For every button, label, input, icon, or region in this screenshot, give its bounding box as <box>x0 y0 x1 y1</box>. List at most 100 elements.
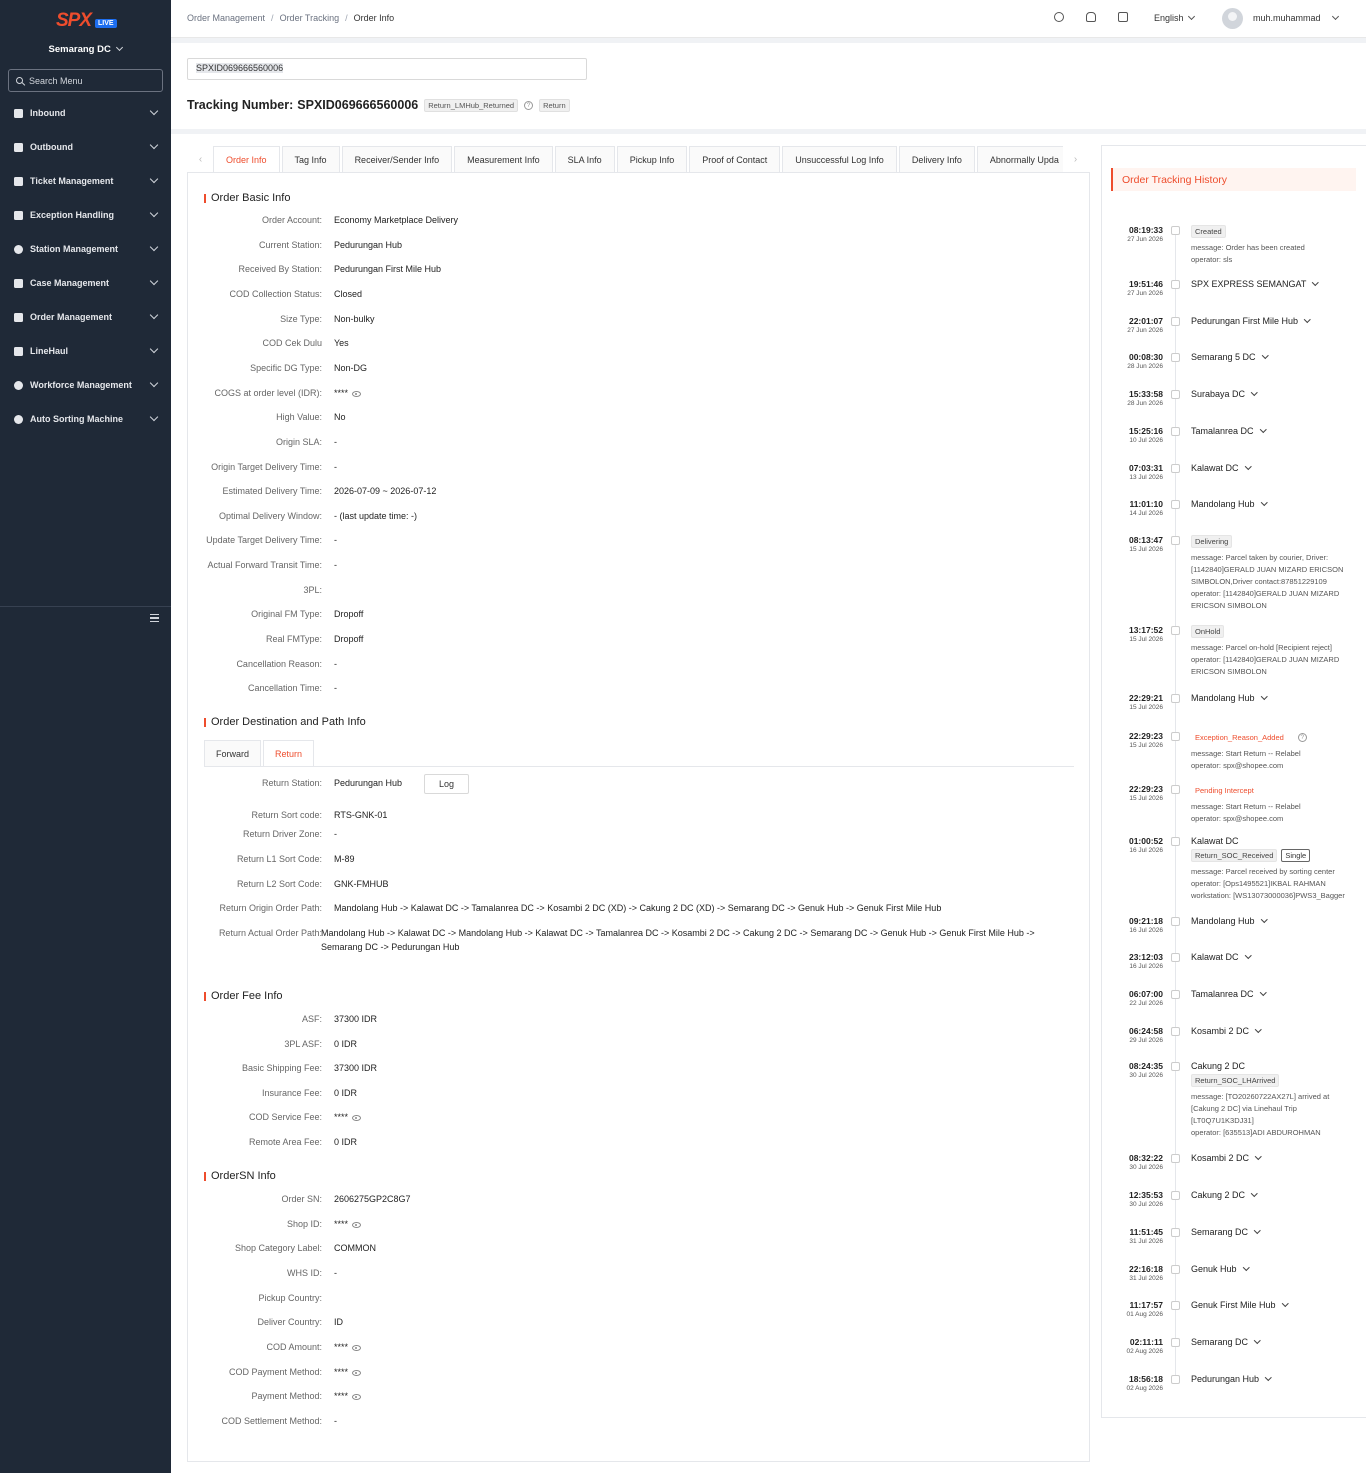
sidebar-item-exception-handling[interactable]: Exception Handling <box>0 198 171 232</box>
event-time: 01:00:52 <box>1128 836 1163 846</box>
event-date: 28 Jun 2026 <box>1127 363 1163 370</box>
event-date: 30 Jul 2026 <box>1129 1201 1163 1208</box>
event-location[interactable]: Semarang DC <box>1191 1227 1361 1237</box>
sidebar-item-auto-sorting-machine[interactable]: Auto Sorting Machine <box>0 402 171 436</box>
tab-unsuccessful-log-info[interactable]: Unsuccessful Log Info <box>782 146 897 172</box>
sidebar-item-case-management[interactable]: Case Management <box>0 266 171 300</box>
tab-return[interactable]: Return <box>263 740 315 767</box>
sidebar-item-station-management[interactable]: Station Management <box>0 232 171 266</box>
info-row: COD Payment Method: **** <box>188 1367 1088 1381</box>
breadcrumb-item[interactable]: Order Tracking <box>280 13 340 23</box>
event-message: message: Start Return -- Relabel operator… <box>1191 748 1361 772</box>
menu-icon <box>14 312 23 322</box>
event-location[interactable]: Tamalanrea DC <box>1191 989 1361 999</box>
event-date: 02 Aug 2026 <box>1126 1348 1163 1355</box>
breadcrumb-item[interactable]: Order Management <box>187 13 265 23</box>
event-location[interactable]: Semarang 5 DC <box>1191 352 1361 362</box>
help-icon[interactable]: ? <box>1297 733 1307 743</box>
info-row: Pickup Country: <box>188 1293 1088 1307</box>
tab-order-info[interactable]: Order Info <box>213 146 280 172</box>
eye-icon[interactable] <box>352 390 361 397</box>
field-label: COD Amount: <box>266 1341 322 1352</box>
event-location[interactable]: SPX EXPRESS SEMANGAT <box>1191 279 1361 289</box>
bell-icon[interactable] <box>1086 12 1096 22</box>
tab-sla-info[interactable]: SLA Info <box>554 146 615 172</box>
chevron-down-icon <box>1261 352 1268 359</box>
sidebar-item-outbound[interactable]: Outbound <box>0 130 171 164</box>
field-label: COD Collection Status: <box>229 288 322 299</box>
chevron-down-icon <box>149 344 159 354</box>
event-location[interactable]: Kalawat DC <box>1191 463 1361 473</box>
hub-icon <box>1171 1191 1180 1200</box>
event-location[interactable]: Pedurungan First Mile Hub <box>1191 316 1361 326</box>
eye-icon[interactable] <box>352 1115 361 1122</box>
sidebar-item-order-management[interactable]: Order Management <box>0 300 171 334</box>
location-name: Semarang 5 DC <box>1191 352 1256 362</box>
language-selector[interactable]: English <box>1154 12 1195 23</box>
field-value: **** <box>334 387 349 398</box>
user-menu[interactable]: muh.muhammad <box>1253 12 1339 23</box>
event-time: 23:12:03 <box>1128 952 1163 962</box>
collapse-menu-icon[interactable] <box>150 614 159 622</box>
help-icon[interactable]: ? <box>524 100 534 110</box>
sidebar-item-label: LineHaul <box>30 346 69 356</box>
event-location[interactable]: Genuk Hub <box>1191 1264 1361 1274</box>
event-date: 16 Jul 2026 <box>1129 963 1163 970</box>
eye-icon[interactable] <box>352 1394 361 1401</box>
event-location[interactable]: Pedurungan Hub <box>1191 1374 1361 1384</box>
tabs-prev-icon[interactable]: ‹ <box>188 146 213 172</box>
event-location[interactable]: Mandolang Hub <box>1191 499 1361 509</box>
clipboard-icon[interactable] <box>1118 12 1128 22</box>
tab-tag-info[interactable]: Tag Info <box>281 146 340 172</box>
shield-icon[interactable] <box>1054 12 1064 22</box>
event-location[interactable]: Surabaya DC <box>1191 389 1361 399</box>
chevron-down-icon <box>1281 1300 1288 1307</box>
log-button[interactable]: Log <box>424 774 470 794</box>
search-menu-input[interactable]: Search Menu <box>8 69 163 92</box>
field-value: RTS-GNK-01 <box>334 810 388 820</box>
station-selector[interactable]: Semarang DC <box>0 43 171 55</box>
event-location[interactable]: Kosambi 2 DC <box>1191 1026 1361 1036</box>
live-badge: LIVE <box>95 18 117 28</box>
spx-logo[interactable]: SPX LIVE <box>56 10 117 32</box>
tab-abnormally-upda[interactable]: Abnormally Upda <box>976 146 1063 172</box>
chevron-down-icon <box>1260 693 1267 700</box>
field-label: Return L1 Sort Code: <box>236 854 322 864</box>
message-line: message: Order has been created <box>1191 243 1305 252</box>
event-location[interactable]: Kalawat DC <box>1191 952 1361 962</box>
event-location[interactable]: Mandolang Hub <box>1191 916 1361 926</box>
tab-proof-of-contact[interactable]: Proof of Contact <box>689 146 781 172</box>
field-label: Return Driver Zone: <box>242 829 322 839</box>
message-line: operator: [1142840]GERALD JUAN MIZARD <box>1191 589 1340 598</box>
sidebar-item-workforce-management[interactable]: Workforce Management <box>0 368 171 402</box>
event-body: Semarang 5 DC <box>1191 352 1361 362</box>
event-body: Genuk First Mile Hub <box>1191 1300 1361 1310</box>
sidebar-item-ticket-management[interactable]: Ticket Management <box>0 164 171 198</box>
tabs-next-icon[interactable]: › <box>1063 146 1088 172</box>
tab-forward[interactable]: Forward <box>204 740 262 767</box>
eye-icon[interactable] <box>352 1369 361 1376</box>
chevron-down-icon <box>149 378 159 388</box>
eye-icon[interactable] <box>352 1221 361 1228</box>
field-value: - <box>334 560 337 571</box>
sidebar-item-inbound[interactable]: Inbound <box>0 96 171 130</box>
tracking-number-input[interactable]: SPXID069666560006 <box>187 58 587 80</box>
event-location[interactable]: Cakung 2 DC <box>1191 1190 1361 1200</box>
tab-receiver-sender-info[interactable]: Receiver/Sender Info <box>341 146 453 172</box>
tab-delivery-info[interactable]: Delivery Info <box>898 146 975 172</box>
event-location[interactable]: Genuk First Mile Hub <box>1191 1300 1361 1310</box>
field-label: Remote Area Fee: <box>248 1137 322 1147</box>
event-location[interactable]: Kosambi 2 DC <box>1191 1153 1361 1163</box>
eye-icon[interactable] <box>352 1344 361 1351</box>
avatar[interactable] <box>1222 8 1243 29</box>
location-name: Genuk Hub <box>1191 1264 1237 1274</box>
event-location[interactable]: Semarang DC <box>1191 1337 1361 1347</box>
field-label: COD Settlement Method: <box>221 1415 322 1426</box>
event-location[interactable]: Mandolang Hub <box>1191 693 1361 703</box>
tab-pickup-info[interactable]: Pickup Info <box>616 146 688 172</box>
event-location[interactable]: Tamalanrea DC <box>1191 426 1361 436</box>
message-line: message: [TO20260722AX27L] arrived at <box>1191 1092 1330 1101</box>
message-line: [LT0Q7U1K3DJ31] <box>1191 1116 1254 1125</box>
sidebar-item-linehaul[interactable]: LineHaul <box>0 334 171 368</box>
tab-measurement-info[interactable]: Measurement Info <box>454 146 553 172</box>
